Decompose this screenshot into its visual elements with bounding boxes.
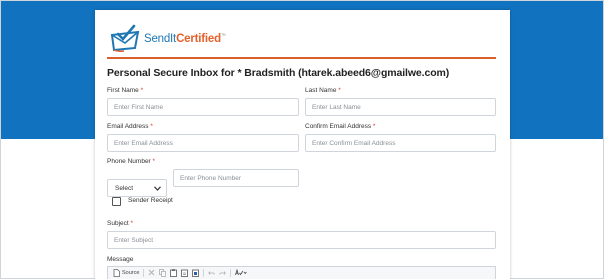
last-name-label-text: Last Name <box>305 87 337 94</box>
first-name-label: First Name * <box>107 87 143 94</box>
email-input[interactable] <box>107 134 299 152</box>
message-label: Message <box>107 256 134 263</box>
source-button-label: Source <box>122 270 140 276</box>
confirm-email-label-text: Confirm Email Address <box>305 123 372 130</box>
chevron-down-icon <box>154 185 161 191</box>
copy-icon <box>159 269 167 277</box>
toolbar-separator <box>143 269 145 277</box>
required-marker: * <box>150 123 153 130</box>
undo-icon <box>208 271 216 275</box>
confirm-email-input[interactable] <box>305 134 496 152</box>
country-code-select-value: Select <box>115 184 134 192</box>
spellcheck-icon <box>235 269 248 276</box>
first-name-input[interactable] <box>107 98 299 116</box>
subject-label: Subject * <box>107 220 133 227</box>
required-marker: * <box>140 87 144 94</box>
paste-text-icon <box>181 269 189 277</box>
cut-icon <box>149 269 155 276</box>
source-icon <box>113 269 120 277</box>
brand-name-part2: Certified <box>176 33 221 45</box>
sendit-certified-logo[interactable]: SendItCertified™ <box>108 22 226 56</box>
email-label-text: Email Address <box>107 123 149 130</box>
required-marker: * <box>372 123 376 130</box>
paste-button[interactable] <box>170 268 178 278</box>
country-code-select[interactable]: Select <box>107 179 167 197</box>
paste-word-icon <box>192 269 200 277</box>
required-marker: * <box>152 158 156 165</box>
toolbar-separator <box>230 269 232 277</box>
paste-word-button[interactable] <box>192 268 200 278</box>
phone-number-input[interactable] <box>173 169 299 187</box>
required-marker: * <box>338 87 341 94</box>
phone-label-text: Phone Number <box>107 158 151 165</box>
toolbar-separator <box>203 269 205 277</box>
undo-button[interactable] <box>208 268 216 278</box>
form-card: SendItCertified™ Personal Secure Inbox f… <box>95 10 510 279</box>
subject-input[interactable] <box>107 231 496 249</box>
page-title: Personal Secure Inbox for * Bradsmith (h… <box>107 67 450 79</box>
confirm-email-label: Confirm Email Address * <box>305 123 375 130</box>
spellcheck-button[interactable] <box>235 268 248 278</box>
sender-receipt-label: Sender Receipt <box>128 197 173 204</box>
trademark-symbol: ™ <box>220 33 226 39</box>
last-name-input[interactable] <box>305 98 496 116</box>
source-button[interactable]: Source <box>113 268 139 278</box>
paste-icon <box>170 269 178 277</box>
email-label: Email Address * <box>107 123 153 130</box>
brand-name: SendItCertified™ <box>144 33 226 45</box>
brand-name-part1: SendIt <box>144 33 177 45</box>
first-name-label-text: First Name <box>107 87 139 94</box>
phone-label: Phone Number * <box>107 158 155 165</box>
message-editor-toolbar: Source <box>107 266 496 279</box>
sender-receipt-checkbox[interactable] <box>112 197 121 206</box>
last-name-label: Last Name * <box>305 87 341 94</box>
required-marker: * <box>130 220 134 227</box>
redo-button[interactable] <box>219 268 227 278</box>
subject-label-text: Subject <box>107 220 129 227</box>
cut-button[interactable] <box>148 268 155 278</box>
envelope-check-logo-icon <box>110 24 140 53</box>
copy-button[interactable] <box>159 268 167 278</box>
redo-icon <box>219 271 227 275</box>
paste-text-button[interactable] <box>181 268 189 278</box>
header-divider <box>107 57 496 59</box>
